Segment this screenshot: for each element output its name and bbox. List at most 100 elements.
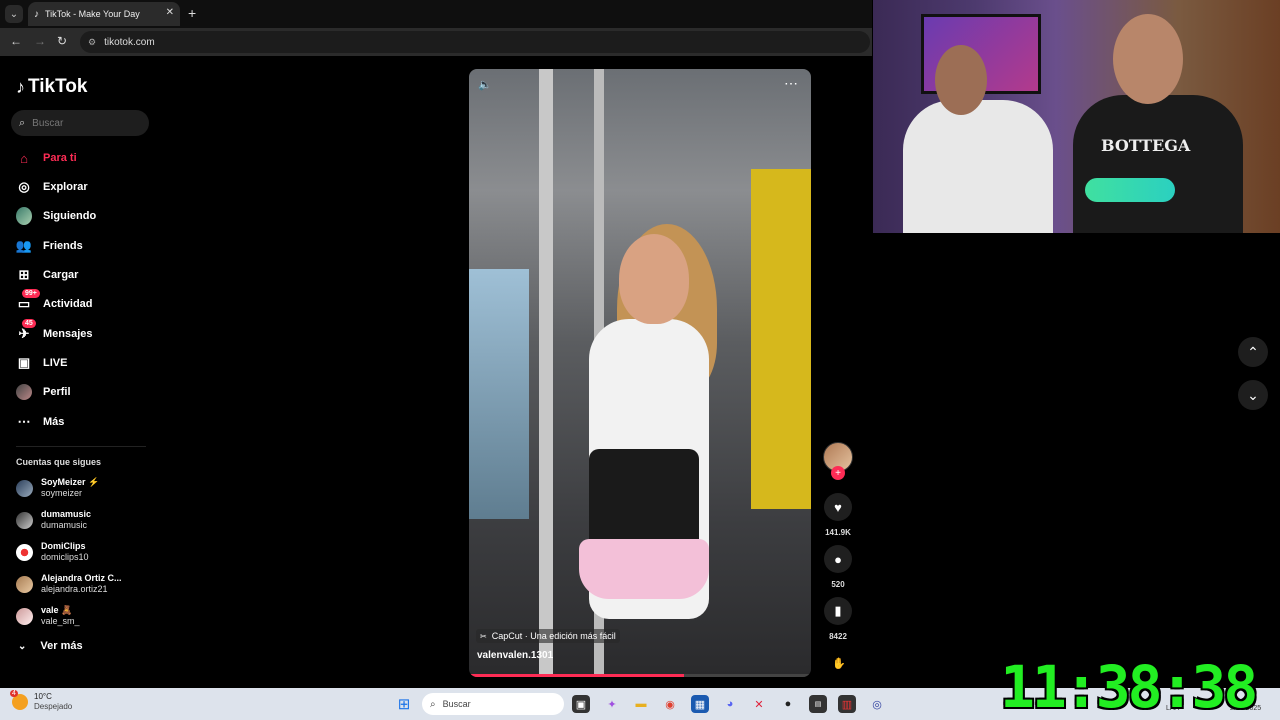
streamer-right-head (1113, 14, 1183, 104)
avatar (16, 479, 33, 497)
tiktok-favicon-icon: ♪ (34, 8, 39, 20)
comment-button[interactable]: ● (824, 545, 852, 573)
person-waist-trainer (589, 449, 699, 549)
start-icon[interactable]: ⊞ (395, 695, 413, 713)
following-item[interactable]: Alejandra Ortiz C... alejandra.ortiz21 (16, 573, 122, 595)
following-handle: alejandra.ortiz21 (41, 584, 108, 594)
nav-label: Actividad (43, 298, 93, 310)
following-handle: soymeizer (41, 488, 83, 498)
follow-plus-icon[interactable]: + (831, 466, 845, 480)
capcut-tag[interactable]: ✂ CapCut · Una edición más fácil (476, 629, 620, 643)
browser-tab[interactable]: ♪ TikTok - Make Your Day ✕ (28, 2, 180, 26)
following-avatar-icon (16, 207, 32, 225)
tab-close-icon[interactable]: ✕ (166, 7, 174, 18)
bookmark-icon: ▮ (834, 603, 842, 618)
next-video-button[interactable]: ⌄ (1238, 380, 1268, 410)
chrome-icon[interactable]: ◉ (661, 695, 679, 713)
taskbar-search[interactable]: ⌕ Buscar (422, 693, 564, 715)
weather-desc: Despejado (34, 702, 73, 711)
site-info-icon[interactable]: ⚙ (88, 37, 96, 48)
nav-label: Para ti (43, 152, 77, 164)
app-icon[interactable]: ◎ (868, 695, 886, 713)
search-input[interactable]: ⌕ Buscar (11, 110, 149, 136)
sun-icon: 4 (10, 690, 28, 710)
tab-search-menu-icon[interactable]: ⌄ (5, 5, 23, 23)
discord-icon[interactable]: ◕ (721, 695, 739, 713)
gym-window (469, 269, 529, 519)
chevron-down-icon: ⌄ (1247, 386, 1259, 403)
nav-perfil[interactable]: Perfil (16, 382, 71, 402)
video-player[interactable]: 🔈 ⋯ ✂ CapCut · Una edición más fácil val… (469, 69, 811, 677)
volume-icon[interactable]: 🔈 (478, 78, 492, 91)
following-item[interactable]: SoyMeizer ⚡ soymeizer (16, 477, 99, 499)
video-username[interactable]: valenvalen.1301 (477, 650, 553, 661)
reload-icon[interactable]: ↻ (57, 34, 67, 48)
webcam-overlay: BOTTEGA (873, 0, 1280, 233)
following-handle: dumamusic (41, 520, 88, 530)
nav-mensajes[interactable]: ✈ 45 Mensajes (16, 319, 93, 344)
new-tab-button[interactable]: + (188, 5, 196, 21)
nav-mas[interactable]: ⋯ Más (16, 412, 65, 432)
nav-label: Siguiendo (43, 210, 97, 222)
following-item[interactable]: vale 🧸 vale_sm_ (16, 605, 80, 627)
store-icon[interactable]: ▦ (691, 695, 709, 713)
copilot-icon[interactable]: ✦ (603, 695, 621, 713)
browser-tab-bar: ⌄ ♪ TikTok - Make Your Day ✕ + (0, 0, 872, 28)
task-view-icon[interactable]: ▣ (572, 695, 590, 713)
address-bar[interactable]: ⚙ tikotok.com (80, 31, 870, 53)
friends-icon: 👥 (15, 238, 33, 253)
sidebar: ♪ TikTok ⌕ Buscar ⌂ Para ti ◎ Explorar S… (0, 58, 160, 688)
save-button[interactable]: ▮ (824, 597, 852, 625)
nav-friends[interactable]: 👥 Friends (16, 236, 83, 256)
more-options-icon[interactable]: ⋯ (784, 75, 799, 92)
comment-count: 520 (831, 580, 845, 589)
search-placeholder: Buscar (32, 117, 64, 129)
taskbar-search-text: Buscar (442, 699, 471, 709)
nav-explorar[interactable]: ◎ Explorar (16, 177, 87, 197)
nav-label: Cargar (43, 269, 79, 281)
tiktok-logo[interactable]: ♪ TikTok (16, 76, 87, 98)
capcut-app-icon[interactable]: ✕ (750, 695, 768, 713)
forward-icon[interactable]: → (34, 34, 46, 48)
upload-icon: ⊞ (18, 267, 30, 282)
nav-live[interactable]: ▣ LIVE (16, 353, 68, 373)
capcut-text: CapCut · Una edición más fácil (491, 631, 616, 641)
file-explorer-icon[interactable]: ▬ (632, 695, 650, 713)
like-button[interactable]: ♥ (824, 493, 852, 521)
nav-actividad[interactable]: ▭ 99+ Actividad (16, 289, 93, 314)
weather-widget[interactable]: 4 10°C Despejado (10, 690, 73, 712)
messages-badge: 45 (22, 319, 36, 328)
verified-emoji: ⚡ (88, 477, 100, 487)
nav-para-ti[interactable]: ⌂ Para ti (16, 148, 77, 168)
avatar (16, 511, 33, 529)
url-text: tikotok.com (104, 36, 155, 48)
activity-icon: ▭ 99+ (16, 289, 40, 312)
chevron-up-icon: ⌃ (1247, 343, 1259, 360)
tiktok-note-icon: ♪ (16, 76, 25, 97)
see-more-button[interactable]: ⌄ Ver más (18, 640, 83, 652)
gym-machine-frame (539, 69, 553, 677)
following-item[interactable]: DomiClips domiclips10 (16, 541, 89, 563)
tab-title: TikTok - Make Your Day (45, 9, 140, 19)
obs-icon[interactable]: ● (779, 695, 797, 713)
app-icon[interactable]: ▤ (809, 695, 827, 713)
nav-cargar[interactable]: ⊞ Cargar (16, 265, 79, 285)
back-icon[interactable]: ← (10, 34, 22, 48)
nav-label: Mensajes (43, 328, 93, 340)
heart-icon: ♥ (834, 499, 842, 515)
video-progress-bar[interactable] (469, 674, 811, 677)
weather-badge: 4 (10, 690, 18, 697)
fl-studio-icon[interactable]: ▥ (838, 695, 856, 713)
messages-icon: ✈ 45 (16, 319, 36, 342)
logo-text: TikTok (28, 76, 88, 97)
following-item[interactable]: dumamusic dumamusic (16, 509, 91, 531)
search-icon: ⌕ (430, 698, 436, 710)
like-count: 141.9K (825, 528, 851, 537)
previous-video-button[interactable]: ⌃ (1238, 337, 1268, 367)
share-icon[interactable]: ✋ (832, 657, 846, 670)
compass-icon: ◎ (18, 179, 30, 194)
shirt-text: BOTTEGA (1101, 136, 1191, 155)
nav-siguiendo[interactable]: Siguiendo (16, 206, 96, 226)
save-count: 8422 (829, 632, 847, 641)
search-icon: ⌕ (19, 116, 26, 129)
